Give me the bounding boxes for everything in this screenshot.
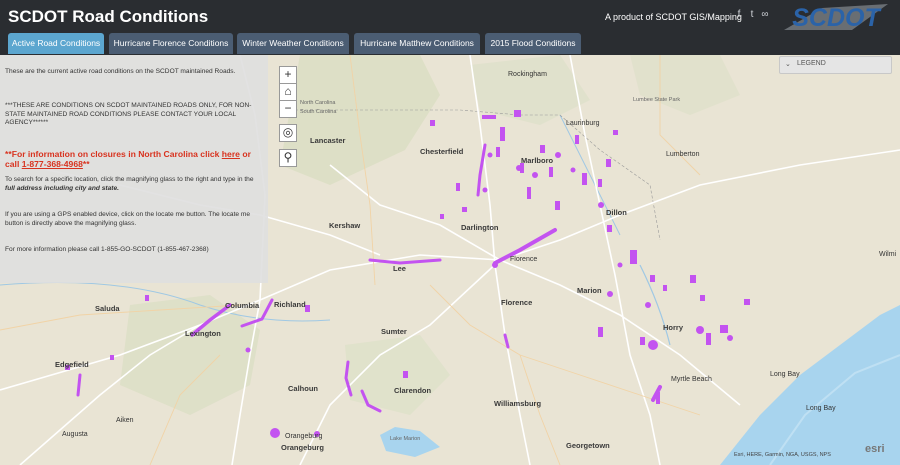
map-label-richland: Richland <box>274 300 306 309</box>
app-title: SCDOT Road Conditions <box>8 7 209 26</box>
gps-help: If you are using a GPS enabled device, c… <box>5 211 251 227</box>
home-icon[interactable]: ⌂ <box>279 83 297 101</box>
map-label-edgefield: Edgefield <box>55 360 89 369</box>
info-notice: ***THESE ARE CONDITIONS ON SCDOT MAINTAI… <box>5 102 252 126</box>
map-label-orangeburg-2: Orangeburg <box>281 443 324 452</box>
map-label-south-carolina: South Carolina <box>300 109 337 115</box>
map-label-darlington: Darlington <box>461 223 499 232</box>
twitter-icon[interactable]: t <box>747 10 757 20</box>
link-icon[interactable]: ∞ <box>760 10 770 20</box>
nc-phone-link[interactable]: 1-877-368-4968 <box>22 159 83 169</box>
map-label-lancaster: Lancaster <box>310 136 346 145</box>
esri-logo: esri <box>865 443 885 455</box>
tab-hurricane-matthew[interactable]: Hurricane Matthew Conditions <box>354 33 480 54</box>
scdot-logo: SCDOT <box>784 4 888 32</box>
phone-help: For more information please call 1-855-G… <box>5 246 209 253</box>
map-attribution: Esri, HERE, Garmin, NGA, USGS, NPS <box>734 452 831 458</box>
facebook-icon[interactable]: f <box>734 10 744 20</box>
map-label-marion: Marion <box>577 286 602 295</box>
map-label-columbia: Columbia <box>225 301 260 310</box>
map-label-williamsburg: Williamsburg <box>494 399 542 408</box>
map-label-wilmington: Wilmi <box>879 251 897 258</box>
nc-here-link[interactable]: here <box>222 149 240 159</box>
search-icon[interactable]: ⚲ <box>279 149 297 167</box>
info-panel: These are the current active road condit… <box>0 55 268 283</box>
map-label-lexington: Lexington <box>185 329 221 338</box>
tab-winter-weather[interactable]: Winter Weather Conditions <box>237 33 349 54</box>
map-label-long-bay-2: Long Bay <box>806 405 836 412</box>
map-label-sumter: Sumter <box>381 327 407 336</box>
map-label-lake-marion: Lake Marion <box>390 436 421 442</box>
map-label-clarendon: Clarendon <box>394 386 432 395</box>
map-label-lee: Lee <box>393 264 406 273</box>
map-label-rockingham: Rockingham <box>508 71 547 78</box>
map-label-myrtle-beach: Myrtle Beach <box>671 376 712 383</box>
map-label-orangeburg-1: Orangeburg <box>285 433 323 440</box>
info-intro: These are the current active road condit… <box>5 68 236 75</box>
zoom-out-button[interactable]: − <box>279 100 297 118</box>
product-credit: A product of SCDOT GIS/Mapping <box>605 12 742 22</box>
map-label-lumberton: Lumberton <box>666 151 700 158</box>
tab-hurricane-florence[interactable]: Hurricane Florence Conditions <box>109 33 233 54</box>
map-label-florence-city: Florence <box>510 256 538 263</box>
map-label-calhoun: Calhoun <box>288 384 318 393</box>
map-label-augusta: Augusta <box>62 431 88 438</box>
chevron-down-icon: ⌄ <box>785 61 791 68</box>
tab-2015-flood[interactable]: 2015 Flood Conditions <box>485 33 581 54</box>
map-label-dillon: Dillon <box>606 208 627 217</box>
legend-label: LEGEND <box>797 60 826 67</box>
search-help: To search for a specific location, click… <box>5 176 254 192</box>
zoom-in-button[interactable]: + <box>279 66 297 84</box>
map-label-aiken: Aiken <box>116 417 134 424</box>
map-label-chesterfield: Chesterfield <box>420 147 464 156</box>
map-label-saluda: Saluda <box>95 304 120 313</box>
nc-closures-notice: **For information on closures in North C… <box>5 149 251 169</box>
map-label-laurinburg: Laurinburg <box>566 120 600 127</box>
tab-active-road-conditions[interactable]: Active Road Conditions <box>8 33 104 54</box>
logo-text: SCDOT <box>792 4 882 32</box>
map-label-long-bay-1: Long Bay <box>770 371 800 378</box>
map-label-florence: Florence <box>501 298 533 307</box>
map-label-lumbee: Lumbee State Park <box>633 97 681 103</box>
map-label-marlboro: Marlboro <box>521 156 554 165</box>
legend-toggle[interactable]: ⌄ LEGEND <box>779 56 892 74</box>
map-label-georgetown: Georgetown <box>566 441 610 450</box>
map-label-kershaw: Kershaw <box>329 221 361 230</box>
map-label-north-carolina: North Carolina <box>300 100 336 106</box>
map-label-horry: Horry <box>663 323 684 332</box>
locate-icon[interactable]: ◎ <box>279 124 297 142</box>
